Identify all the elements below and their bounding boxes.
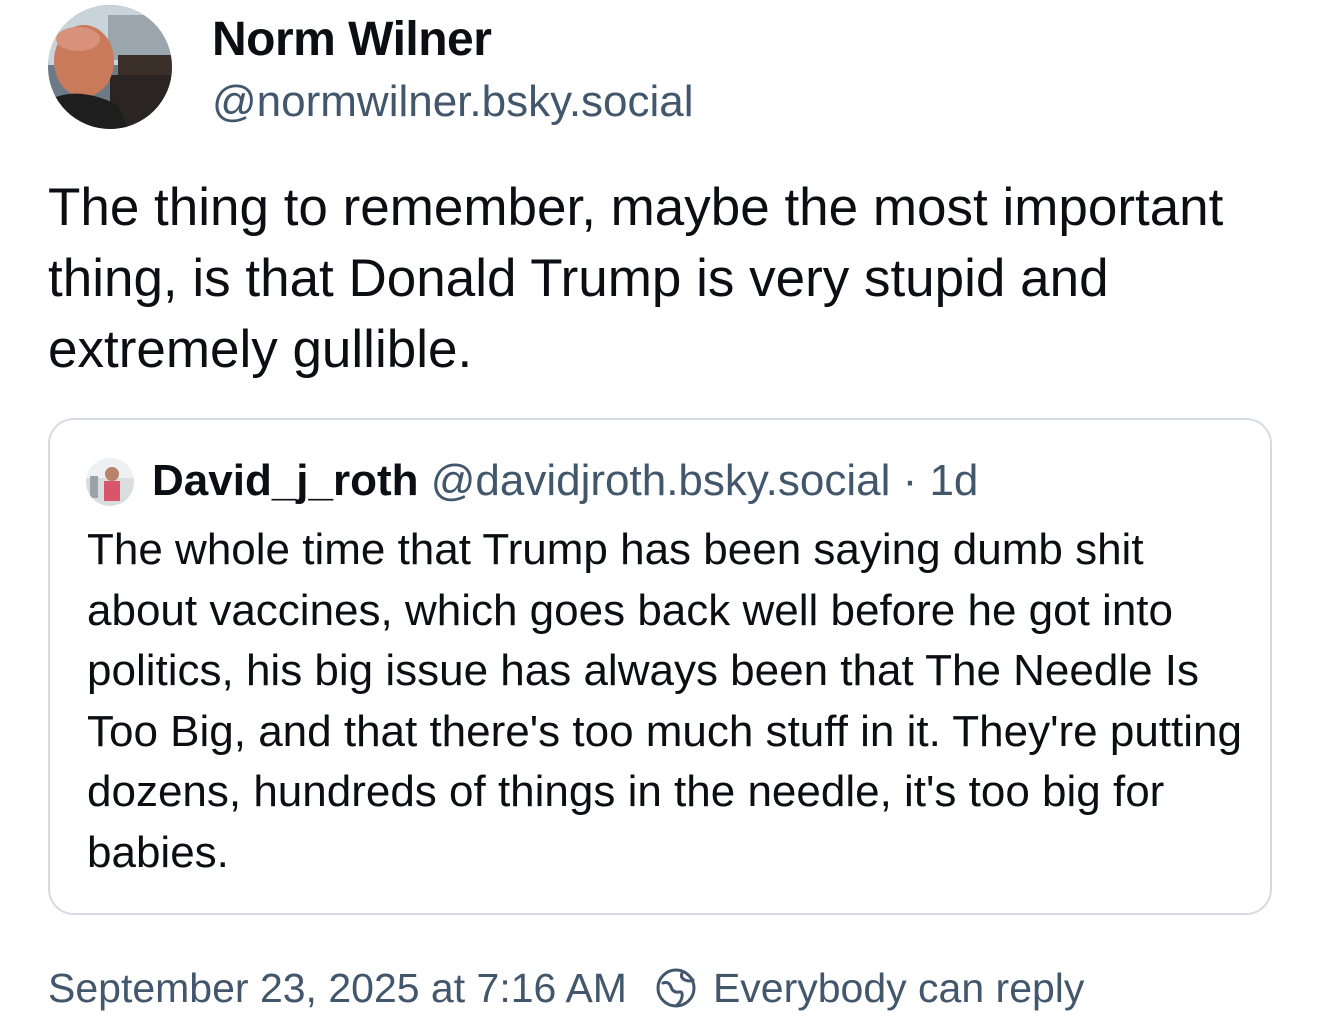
post-text: The thing to remember, maybe the most im… [48,178,1224,379]
author-avatar[interactable] [48,5,172,129]
quote-handle-text: @davidjroth.bsky.social [430,456,891,505]
reply-setting-label[interactable]: Everybody can reply [713,962,1084,1014]
quote-age[interactable]: 1d [929,456,978,505]
post-footer: September 23, 2025 at 7:16 AM Everybody … [48,962,1084,1014]
quoted-post-card[interactable]: David_j_roth @davidjroth.bsky.social · 1… [48,418,1272,915]
quote-text: The whole time that Trump has been sayin… [87,525,1242,877]
quote-author-avatar[interactable] [86,458,134,506]
post-timestamp[interactable]: September 23, 2025 at 7:16 AM [48,962,627,1014]
author-display-name[interactable]: Norm Wilner [212,12,492,68]
quote-author-display-name[interactable]: David_j_roth [152,456,419,505]
author-handle[interactable]: @normwilner.bsky.social [212,76,694,128]
quote-separator: · [890,456,930,505]
quote-header: David_j_roth @davidjroth.bsky.social · 1… [152,453,978,509]
globe-reply-icon [656,968,696,1008]
quote-author-handle[interactable]: @davidjroth.bsky.social [431,456,891,505]
post-view: Norm Wilner @normwilner.bsky.social The … [0,0,1320,1032]
